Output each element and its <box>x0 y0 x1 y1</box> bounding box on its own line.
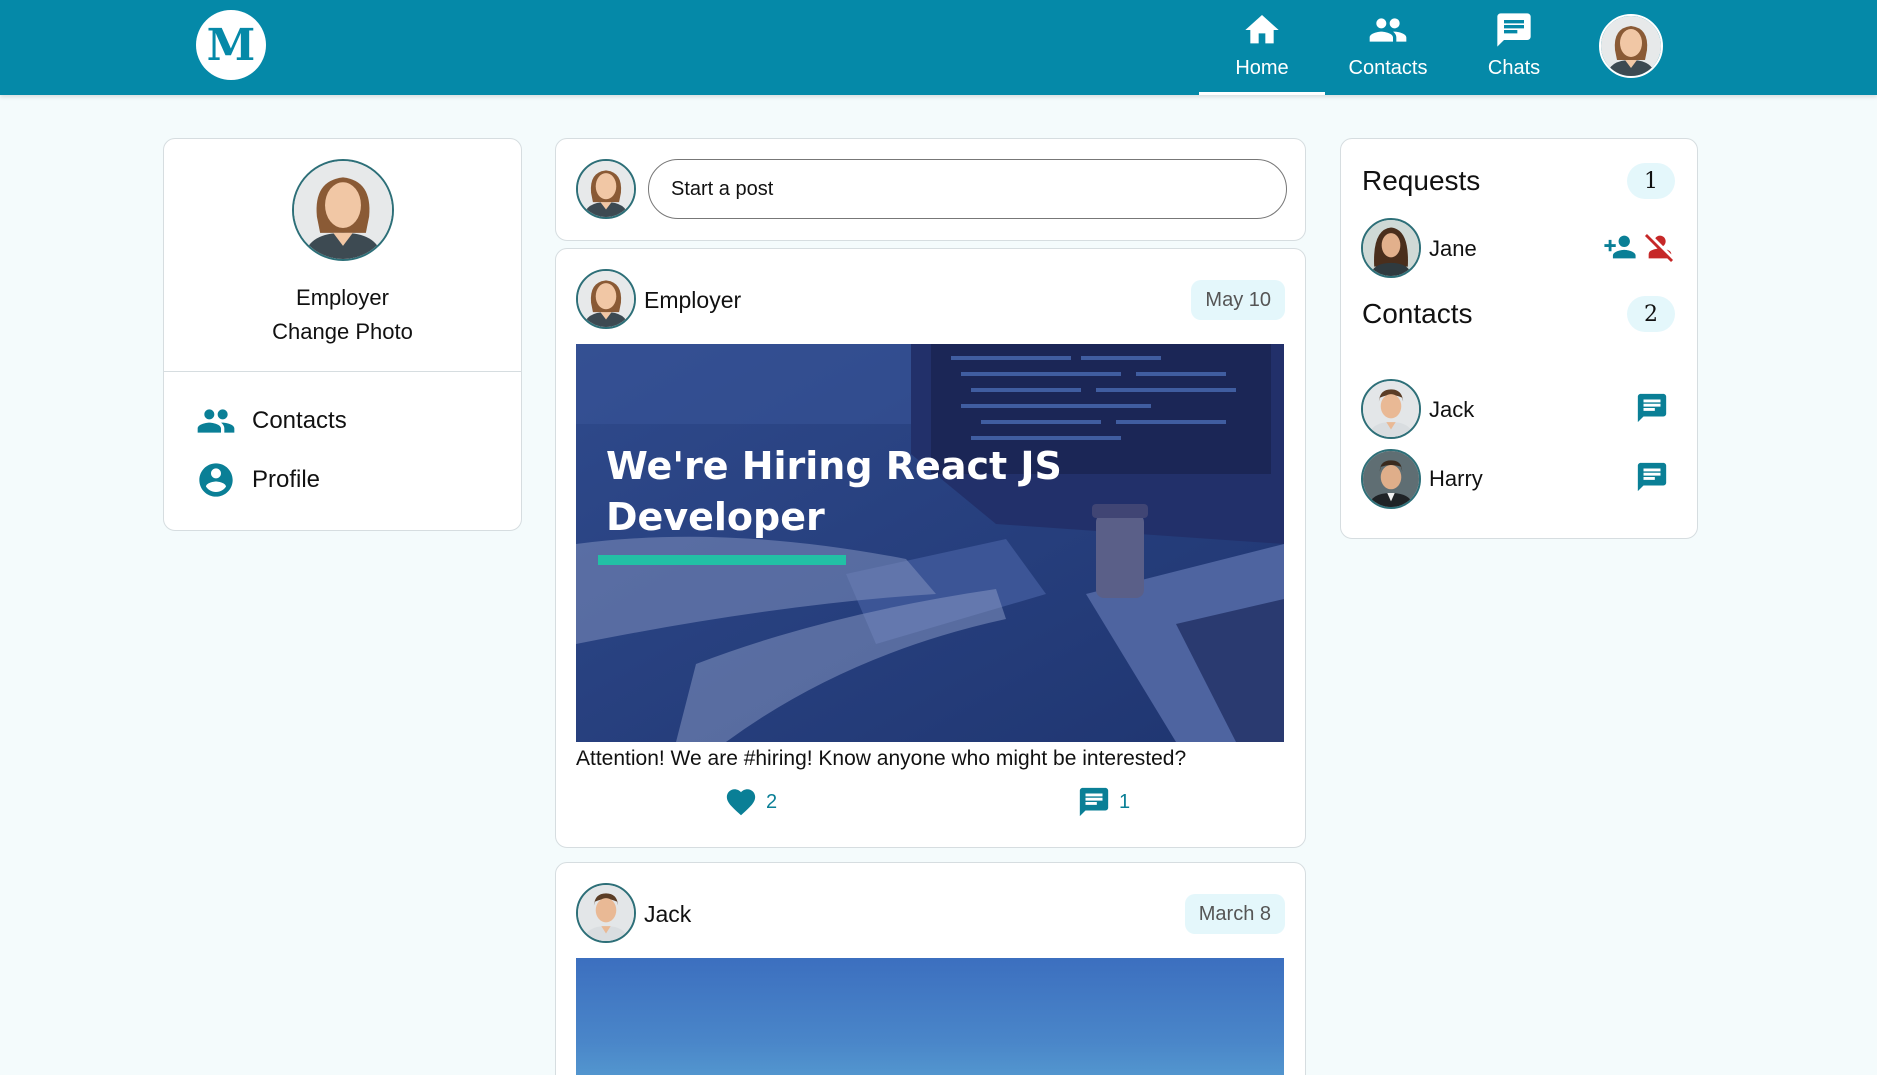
comment-icon <box>1079 787 1109 817</box>
avatar-portrait <box>1363 381 1419 437</box>
avatar-portrait <box>578 161 634 217</box>
contacts-title: Contacts <box>1362 298 1473 329</box>
post-card: Employer May 10 We're Hiring React JS De… <box>555 248 1306 848</box>
post-author-name[interactable]: Employer <box>644 287 741 314</box>
contact-name[interactable]: Harry <box>1429 466 1483 492</box>
avatar-portrait <box>1363 220 1419 276</box>
post-date-badge: March 8 <box>1184 894 1285 934</box>
post-author-avatar[interactable] <box>576 269 636 329</box>
message-contact-button[interactable] <box>1635 460 1669 494</box>
contact-avatar[interactable] <box>1361 449 1421 509</box>
contact-avatar[interactable] <box>1361 379 1421 439</box>
decline-request-button[interactable] <box>1643 230 1677 264</box>
contact-name[interactable]: Jack <box>1429 397 1474 423</box>
person-off-icon <box>1644 233 1674 263</box>
comment-count: 1 <box>1119 790 1131 813</box>
change-photo-link[interactable]: Change Photo <box>164 319 521 345</box>
profile-name: Employer <box>296 285 389 310</box>
profile-avatar[interactable] <box>292 159 394 261</box>
requests-contacts-card: Requests 1 Jane Contacts 2 Jack Harry <box>1340 138 1698 539</box>
post-image[interactable] <box>576 958 1284 1075</box>
composer-avatar <box>576 159 636 219</box>
like-button[interactable]: 2 <box>724 785 777 819</box>
user-avatar[interactable] <box>1599 14 1663 78</box>
chat-icon <box>1637 393 1667 423</box>
post-author-avatar[interactable] <box>576 883 636 943</box>
chat-icon <box>1497 13 1531 47</box>
home-icon <box>1245 15 1279 44</box>
nav-contacts-label: Contacts <box>1348 57 1428 79</box>
post-date-badge: May 10 <box>1191 280 1285 320</box>
contacts-count-badge: 2 <box>1627 296 1675 332</box>
post-text: Attention! We are #hiring! Know anyone w… <box>576 747 1187 770</box>
divider <box>164 371 521 372</box>
app-logo[interactable]: M <box>196 10 266 80</box>
banner-headline-line2: Developer <box>606 495 825 539</box>
accept-request-button[interactable] <box>1603 230 1637 264</box>
post-author-name[interactable]: Jack <box>644 901 691 928</box>
person-add-icon <box>1604 235 1636 259</box>
nav-chats-label: Chats <box>1487 57 1541 79</box>
sidebar-item-label: Profile <box>252 466 321 493</box>
nav-home[interactable]: Home <box>1199 0 1325 95</box>
profile-card: Employer Change Photo Contacts Profile <box>163 138 522 531</box>
contacts-icon <box>1369 18 1407 42</box>
post-image[interactable]: We're Hiring React JS Developer <box>576 344 1284 742</box>
nav-chats[interactable]: Chats <box>1451 0 1577 95</box>
post-card: Jack March 8 <box>555 862 1306 1075</box>
sidebar-item-label: Contacts <box>252 407 347 434</box>
heart-icon <box>726 789 756 816</box>
requests-count-badge: 1 <box>1627 163 1675 199</box>
start-post-input[interactable] <box>648 159 1287 219</box>
message-contact-button[interactable] <box>1635 391 1669 425</box>
request-avatar[interactable] <box>1361 218 1421 278</box>
post-composer <box>555 138 1306 241</box>
chat-icon <box>1637 462 1667 492</box>
avatar-portrait <box>578 271 634 327</box>
nav-home-label: Home <box>1235 57 1289 79</box>
banner-headline-line1: We're Hiring React JS <box>606 444 1062 488</box>
like-count: 2 <box>766 790 778 813</box>
avatar-portrait <box>294 161 392 259</box>
avatar-portrait <box>1363 451 1419 507</box>
requests-title: Requests <box>1362 165 1481 196</box>
contacts-icon <box>197 409 235 433</box>
nav-contacts[interactable]: Contacts <box>1325 0 1451 95</box>
avatar-portrait <box>578 885 634 941</box>
comment-button[interactable]: 1 <box>1077 785 1130 819</box>
avatar-portrait <box>1601 16 1661 76</box>
hiring-banner-image: We're Hiring React JS Developer <box>576 344 1284 742</box>
sidebar-item-profile[interactable]: Profile <box>196 460 320 500</box>
account-circle-icon <box>199 463 233 497</box>
top-navbar: M Home Contacts Chats <box>0 0 1877 95</box>
request-name[interactable]: Jane <box>1429 236 1477 262</box>
sidebar-item-contacts[interactable]: Contacts <box>196 401 347 441</box>
